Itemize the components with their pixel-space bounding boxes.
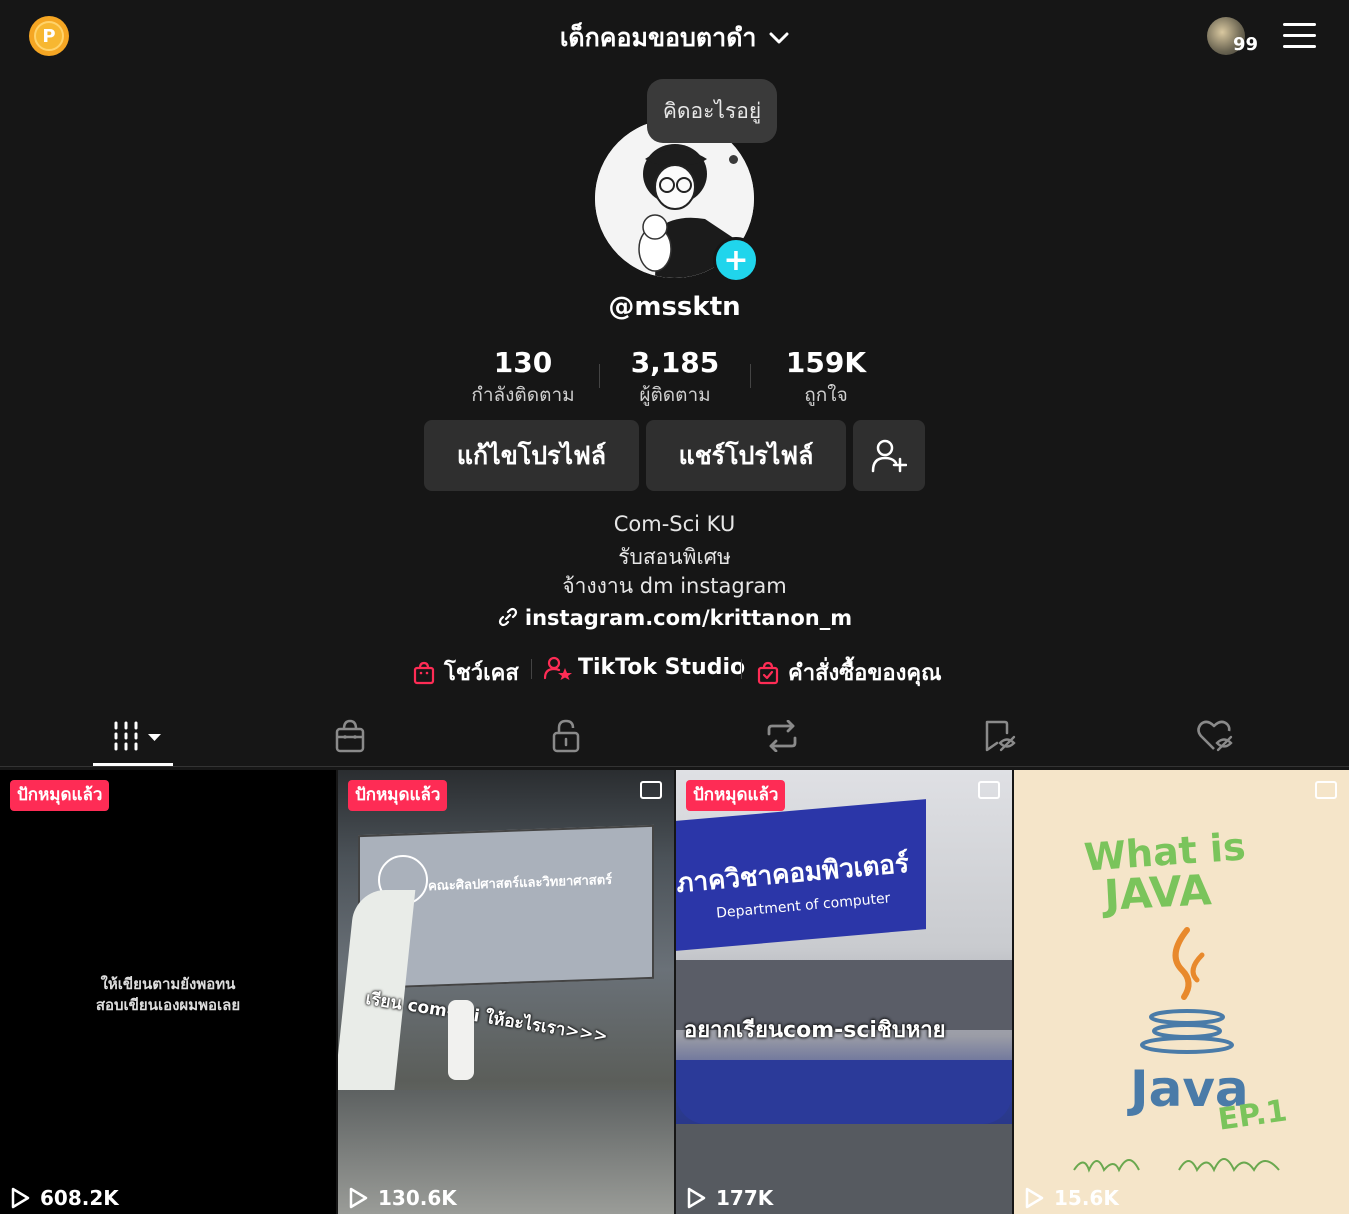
tiktok-studio-link[interactable]: TikTok Studio — [544, 655, 745, 680]
showcase-label: โชว์เคส — [444, 661, 519, 686]
edit-profile-button[interactable]: แก้ไขโปรไฟล์ — [424, 420, 639, 491]
notification-count: 99 — [1233, 34, 1259, 55]
photo-mode-icon — [1315, 781, 1337, 799]
add-friend-button[interactable] — [853, 420, 925, 491]
quick-link-divider — [741, 659, 742, 679]
pinned-badge: ปักหมุดแล้ว — [348, 780, 448, 811]
video-caption: เรียน com-sci ให้อะไรเรา>>> — [364, 988, 610, 1047]
view-count: 608.2K — [10, 1186, 119, 1210]
video-thumbnail[interactable]: What is JAVA Java EP.1 — [1014, 770, 1349, 1214]
view-count: 15.6K — [1024, 1186, 1119, 1210]
orders-link[interactable]: คำสั่งซื้อของคุณ — [756, 655, 942, 690]
likes-stat[interactable]: 159K ถูกใจ — [746, 346, 906, 410]
favorites-tab[interactable] — [970, 718, 1030, 754]
video-caption: ให้เขียนตามยังพอทน — [100, 975, 236, 993]
bio-line: จ้างงาน dm instagram — [562, 574, 787, 598]
add-story-plus-icon[interactable]: + — [713, 237, 759, 283]
java-logo-icon — [1140, 927, 1234, 1054]
hamburger-menu-icon[interactable] — [1283, 23, 1316, 49]
likes-label: ถูกใจ — [804, 384, 848, 406]
video-thumbnail[interactable]: ให้เขียนตามยังพอทน สอบเขียนเองผมพอเลย ปั… — [0, 770, 336, 1214]
view-count-value: 15.6K — [1054, 1186, 1119, 1210]
tab-divider — [0, 766, 1349, 767]
chevron-down-icon — [769, 32, 789, 44]
videos-tab[interactable] — [104, 718, 164, 754]
link-text: instagram.com/krittanon_m — [524, 606, 853, 630]
video-thumbnail[interactable]: คณะศิลปศาสตร์และวิทยาศาสตร์ เรียน com-sc… — [338, 770, 674, 1214]
showcase-link[interactable]: โชว์เคส — [412, 655, 519, 690]
followers-count: 3,185 — [630, 346, 720, 379]
share-profile-button[interactable]: แชร์โปรไฟล์ — [646, 420, 846, 491]
link-icon — [498, 607, 518, 627]
pinned-badge: ปักหมุดแล้ว — [686, 780, 786, 811]
orders-label: คำสั่งซื้อของคุณ — [788, 661, 942, 686]
showcase-tab[interactable] — [320, 718, 380, 754]
play-icon — [11, 1187, 30, 1209]
play-icon — [1025, 1187, 1044, 1209]
photo-mode-icon — [978, 781, 1000, 799]
likes-count: 159K — [785, 346, 867, 379]
reposts-tab[interactable] — [752, 718, 812, 754]
followers-stat[interactable]: 3,185 ผู้ติดตาม — [595, 346, 755, 410]
note-bubble-tail — [729, 155, 738, 164]
pinned-badge: ปักหมุดแล้ว — [10, 780, 110, 811]
play-icon — [349, 1187, 368, 1209]
account-name: เด็กคอมขอบตาดำ — [559, 23, 757, 52]
following-label: กำลังติดตาม — [471, 384, 575, 406]
view-count-value: 130.6K — [378, 1186, 457, 1210]
note-bubble[interactable]: คิดอะไรอยู่ — [647, 79, 777, 143]
add-user-icon — [871, 439, 907, 472]
bookmark-hidden-icon — [985, 720, 1016, 752]
video-caption: สอบเขียนเองผมพอเลย — [95, 996, 241, 1014]
video-thumbnail[interactable]: ภาควิชาคอมพิวเตอร์ Department of compute… — [676, 770, 1012, 1214]
following-count: 130 — [493, 346, 553, 379]
order-bag-icon — [757, 661, 779, 684]
liked-tab[interactable] — [1186, 718, 1246, 754]
creator-star-icon — [544, 656, 572, 680]
tiktok-studio-label: TikTok Studio — [578, 655, 746, 680]
grass-doodle — [1073, 1158, 1280, 1173]
view-count: 177K — [686, 1186, 773, 1210]
private-tab[interactable] — [536, 718, 596, 754]
repost-icon — [767, 720, 797, 752]
video-caption: อยากเรียนcom-sciชิบหาย — [684, 1018, 946, 1043]
following-stat[interactable]: 130 กำลังติดตาม — [443, 346, 603, 410]
profile-link[interactable]: instagram.com/krittanon_m — [0, 606, 1349, 630]
view-count-value: 608.2K — [40, 1186, 119, 1210]
followers-label: ผู้ติดตาม — [639, 384, 711, 406]
photo-mode-icon — [640, 781, 662, 799]
view-count-value: 177K — [716, 1186, 774, 1210]
view-count: 130.6K — [348, 1186, 457, 1210]
play-icon — [687, 1187, 706, 1209]
lock-icon — [552, 719, 580, 753]
account-switcher[interactable]: เด็กคอมขอบตาดำ — [0, 18, 1349, 58]
grid-sort-icon — [114, 721, 161, 751]
shopping-bag-icon — [335, 719, 365, 753]
video-caption: JAVA — [1102, 865, 1213, 920]
profile-handle: @mssktn — [608, 292, 741, 322]
bio-line: Com-Sci KU — [613, 512, 736, 536]
heart-hidden-icon — [1197, 720, 1233, 752]
shopping-bag-icon — [413, 661, 435, 684]
quick-link-divider — [531, 659, 532, 679]
